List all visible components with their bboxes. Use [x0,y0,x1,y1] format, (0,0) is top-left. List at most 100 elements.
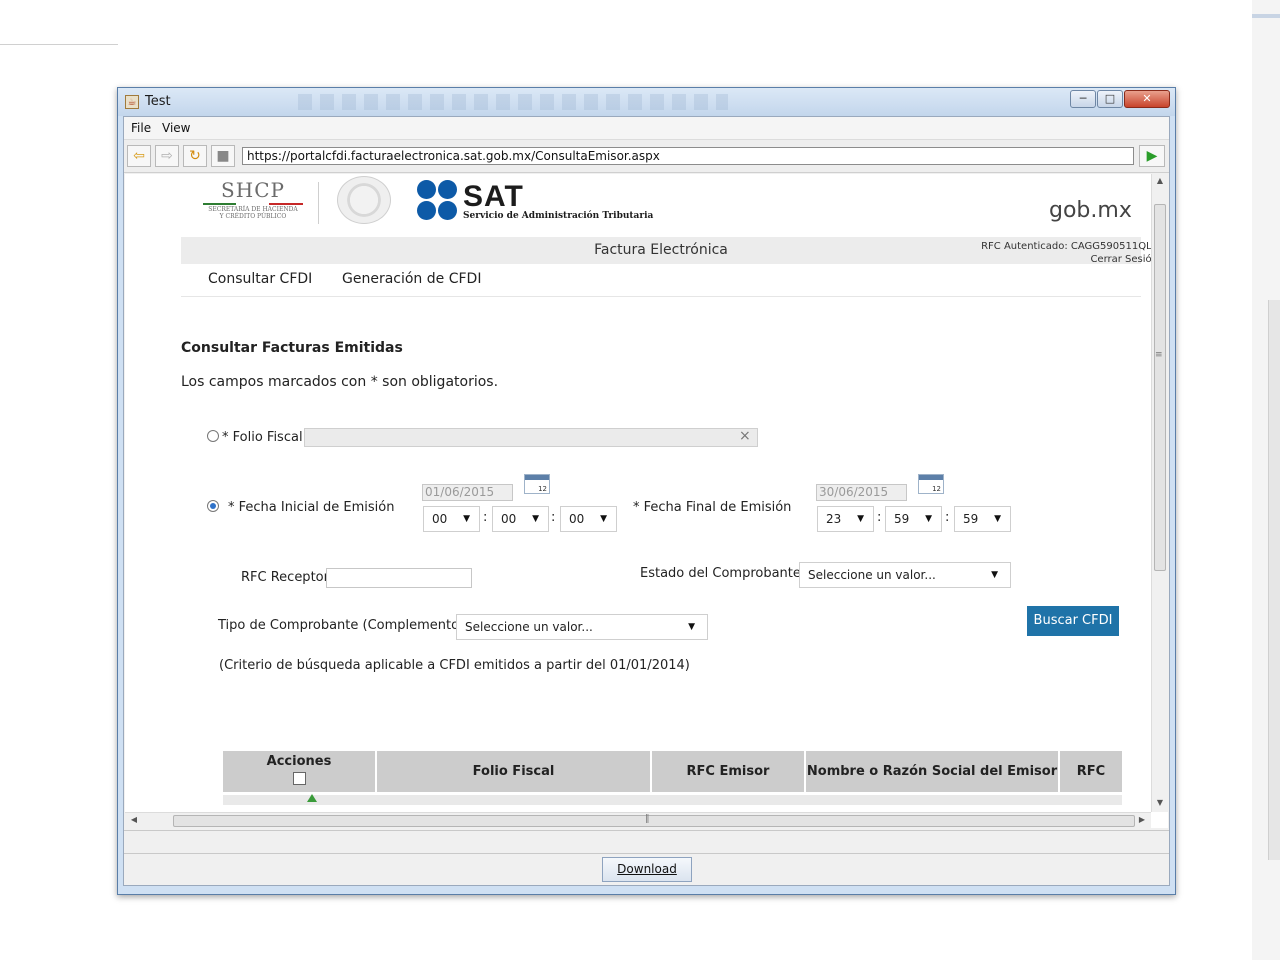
estado-select[interactable]: Seleccione un valor... ▼ [799,562,1011,588]
java-cup-icon: ☕ [125,95,139,109]
url-field[interactable]: https://portalcfdi.facturaelectronica.sa… [242,147,1134,165]
column-header-rfc[interactable]: RFC [1060,751,1122,792]
rfc-autenticado: RFC Autenticado: CAGG590511QL0 [981,241,1158,252]
rfc-receptor-label: RFC Receptor [241,570,329,585]
radio-fecha-emision[interactable] [207,500,219,512]
scroll-right-icon[interactable]: ▶ [1135,813,1149,827]
fin-segundo-select[interactable]: 59 ▼ [954,506,1011,532]
fin-hora-select[interactable]: 23 ▼ [817,506,874,532]
window-content: File View ⇦ ⇨ ↻ ■ https://portalcfdi.fac… [123,116,1170,886]
minimize-button[interactable]: ─ [1070,90,1096,108]
inicio-segundo-select[interactable]: 00 ▼ [560,506,617,532]
estado-select-value: Seleccione un valor... [808,568,936,582]
close-button[interactable]: ✕ [1124,90,1170,108]
browser-toolbar: ⇦ ⇨ ↻ ■ https://portalcfdi.facturaelectr… [124,140,1169,173]
title-bar[interactable]: ☕ Test ─ □ ✕ [118,88,1175,116]
gobmx-logo[interactable]: gob.mx [1049,198,1132,223]
nav-generacion-cfdi[interactable]: Generación de CFDI [342,271,481,287]
shcp-sub2: Y CRÉDITO PÚBLICO [219,213,287,220]
tipo-select-value: Seleccione un valor... [465,620,593,634]
desktop-right-edge [1252,0,1280,960]
clear-icon[interactable]: × [739,428,751,444]
rfc-receptor-input[interactable] [326,568,472,588]
inicio-minuto-select[interactable]: 00 ▼ [492,506,549,532]
radio-folio-fiscal[interactable] [207,430,219,442]
column-header-rfc-emisor[interactable]: RFC Emisor [652,751,804,792]
tipo-comprobante-label: Tipo de Comprobante (Complemento) [218,618,465,633]
column-header-nombre[interactable]: Nombre o Razón Social del Emisor [806,751,1058,792]
background-ghost-toolbar [298,94,728,110]
fecha-final-label: * Fecha Final de Emisión [633,500,792,515]
folio-fiscal-input[interactable] [304,428,758,447]
time-separator: : [877,510,882,525]
chevron-down-icon: ▼ [463,514,470,524]
app-window: ☕ Test ─ □ ✕ File View ⇦ ⇨ ↻ ■ https://p… [117,87,1176,895]
menu-bar: File View [124,117,1169,140]
fecha-inicial-label: * Fecha Inicial de Emisión [228,500,395,515]
status-bar [124,830,1169,854]
desktop-scrollbar [1268,300,1280,860]
inicio-hora-select[interactable]: 00 ▼ [423,506,480,532]
buscar-cfdi-button[interactable]: Buscar CFDI [1027,606,1119,636]
stop-button[interactable]: ■ [211,145,235,167]
chevron-down-icon: ▼ [857,514,864,524]
national-seal-icon [337,176,391,224]
calendar-icon-number: 12 [538,485,547,493]
fecha-final-input[interactable]: 30/06/2015 [816,484,907,501]
main-nav: Consultar CFDI Generación de CFDI [181,264,1141,297]
menu-view[interactable]: View [162,121,190,135]
time-separator: : [483,510,488,525]
chevron-down-icon: ▼ [688,622,695,632]
vertical-scrollbar[interactable]: ▲ ≡ ▼ [1151,174,1168,812]
chevron-down-icon: ▼ [994,514,1001,524]
table-row[interactable] [223,795,1122,805]
fecha-inicial-input[interactable]: 01/06/2015 [422,484,513,501]
calendar-icon[interactable]: 12 [918,474,944,494]
scroll-up-icon[interactable]: ▲ [1152,174,1168,188]
web-viewport: SHCP SECRETARÍA DE HACIENDA Y CRÉDITO PÚ… [125,174,1168,828]
go-play-icon: ▶ [1146,148,1158,164]
time-separator: : [945,510,950,525]
forward-button[interactable]: ⇨ [155,145,179,167]
criterio-note: (Criterio de búsqueda aplicable a CFDI e… [219,658,690,673]
select-all-checkbox[interactable] [292,772,306,785]
horizontal-scroll-thumb[interactable] [173,815,1135,827]
required-note: Los campos marcados con * son obligatori… [181,374,499,390]
column-header-acciones: Acciones [223,751,375,792]
maximize-button[interactable]: □ [1097,90,1123,108]
sat-subtitle: Servicio de Administración Tributaria [463,211,654,221]
column-header-folio[interactable]: Folio Fiscal [377,751,650,792]
sat-logo-icon [417,180,459,220]
shcp-title: SHCP [221,178,285,202]
download-button[interactable]: Download [602,857,692,882]
inicio-minuto-value: 00 [501,512,517,526]
reload-button[interactable]: ↻ [183,145,207,167]
scroll-left-icon[interactable]: ◀ [127,813,141,827]
go-button[interactable]: ▶ [1139,145,1165,167]
folio-fiscal-label: * Folio Fiscal [222,430,303,445]
grip-icon: ≡ [1155,350,1163,360]
calendar-icon-number: 12 [932,485,941,493]
back-button[interactable]: ⇦ [127,145,151,167]
tipo-comprobante-select[interactable]: Seleccione un valor... ▼ [456,614,708,640]
nav-consultar-cfdi[interactable]: Consultar CFDI [208,271,312,287]
time-separator: : [551,510,556,525]
calendar-icon-header [525,475,549,480]
vertical-scroll-thumb[interactable] [1154,204,1166,571]
inicio-hora-value: 00 [432,512,448,526]
fin-minuto-select[interactable]: 59 ▼ [885,506,942,532]
calendar-icon[interactable]: 12 [524,474,550,494]
menu-file[interactable]: File [131,121,151,135]
calendar-icon-header [919,475,943,480]
estado-label: Estado del Comprobante [640,566,801,581]
chevron-down-icon: ▼ [991,570,998,580]
window-title: Test [145,94,171,109]
scroll-down-icon[interactable]: ▼ [1152,796,1168,810]
chevron-down-icon: ▼ [925,514,932,524]
horizontal-scrollbar[interactable]: ◀ ‖ ▶ [125,812,1151,828]
desktop-divider [0,44,118,45]
download-row-icon[interactable] [307,794,317,802]
chevron-down-icon: ▼ [532,514,539,524]
shcp-sub1: SECRETARÍA DE HACIENDA [208,206,298,213]
column-header-label: Acciones [266,754,332,769]
